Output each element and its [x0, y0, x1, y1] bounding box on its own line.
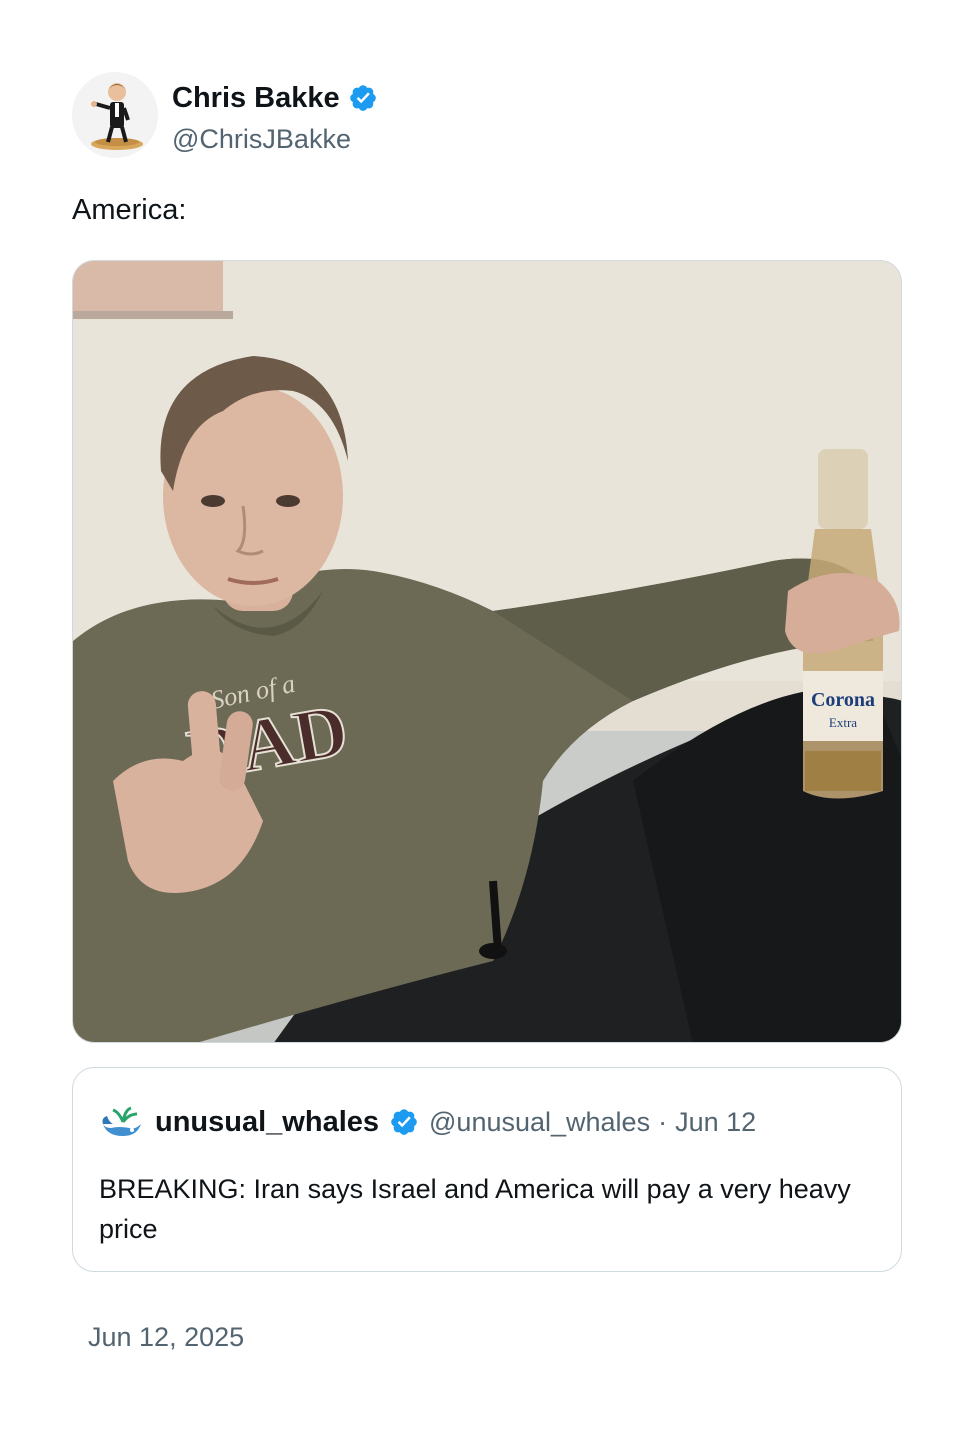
- tweet-media-photo[interactable]: Son of a DAD Corona Extra: [72, 260, 902, 1043]
- tweet-header: Chris Bakke @ChrisJBakke: [72, 72, 892, 158]
- bottle-label-sub: Extra: [829, 715, 857, 730]
- tweet-text: America:: [72, 194, 187, 226]
- whale-icon: [102, 1106, 141, 1136]
- tweet-timestamp[interactable]: Jun 12, 2025: [88, 1322, 244, 1353]
- author-avatar[interactable]: [72, 72, 158, 158]
- quoted-tweet-text: BREAKING: Iran says Israel and America w…: [99, 1174, 851, 1244]
- quoted-date[interactable]: Jun 12: [675, 1107, 756, 1138]
- photo-illustration: Son of a DAD Corona Extra: [73, 261, 901, 1042]
- verified-badge-icon: [391, 1109, 417, 1135]
- quoted-display-name[interactable]: unusual_whales: [155, 1106, 379, 1139]
- author-names: Chris Bakke @ChrisJBakke: [172, 78, 378, 155]
- meta-separator: ·: [658, 1106, 668, 1137]
- tweet-card: Chris Bakke @ChrisJBakke America: Son of…: [0, 0, 970, 1432]
- verified-badge-icon: [349, 85, 376, 111]
- author-handle[interactable]: @ChrisJBakke: [172, 124, 378, 155]
- bottle-label-brand: Corona: [811, 689, 875, 711]
- quoted-tweet-header: unusual_whales @unusual_whales · Jun 12: [99, 1102, 756, 1142]
- quoted-tweet[interactable]: unusual_whales @unusual_whales · Jun 12 …: [72, 1067, 902, 1272]
- bitmoji-avatar-icon: [72, 72, 158, 158]
- author-display-name[interactable]: Chris Bakke: [172, 82, 340, 115]
- quoted-handle[interactable]: @unusual_whales: [429, 1107, 650, 1138]
